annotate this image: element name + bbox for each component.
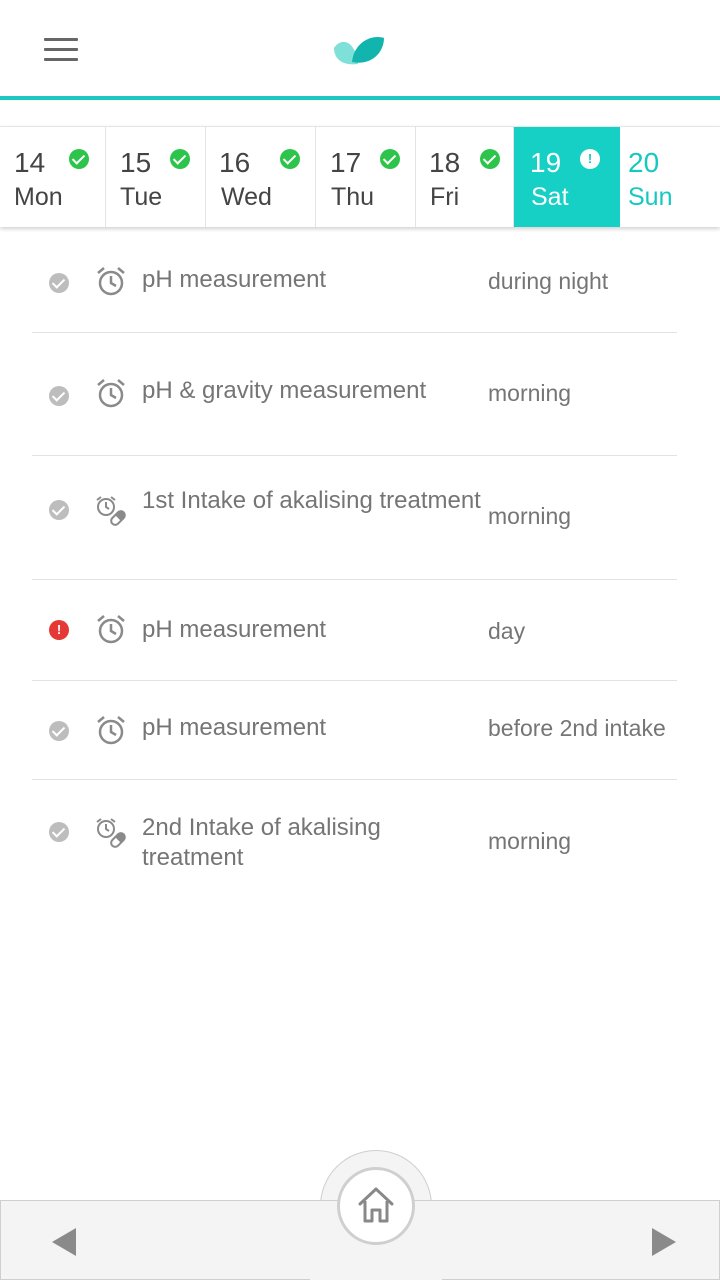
task-row[interactable]: pH & gravity measurement morning: [32, 333, 677, 456]
day-tab-tue[interactable]: 15 Tue: [106, 127, 206, 227]
check-icon: [380, 149, 400, 169]
check-icon: [170, 149, 190, 169]
alarm-pill-icon: [96, 496, 126, 526]
task-time: morning: [488, 503, 572, 529]
task-title: pH measurement: [142, 616, 327, 643]
check-icon: [69, 149, 89, 169]
header-accent-line: [0, 96, 720, 100]
check-icon: [49, 273, 69, 293]
check-icon: [280, 149, 300, 169]
day-number: 19: [530, 147, 562, 178]
day-number: 16: [219, 147, 251, 178]
task-title: pH & gravity measurement: [142, 377, 427, 404]
alarm-icon: [97, 716, 125, 745]
exclamation-icon: [580, 149, 600, 169]
task-time: morning: [488, 828, 572, 854]
home-button[interactable]: [337, 1167, 415, 1245]
alarm-pill-icon: [96, 818, 126, 848]
task-title: pH measurement: [142, 714, 327, 741]
alarm-icon: [97, 615, 125, 644]
check-icon: [49, 721, 69, 741]
day-tab-sat[interactable]: 19 Sat: [514, 127, 620, 227]
check-icon: [480, 149, 500, 169]
day-number: 20: [628, 147, 660, 178]
triangle-right-icon[interactable]: [648, 1226, 678, 1258]
home-icon: [358, 1187, 394, 1223]
task-title: 1st Intake of akalising treatment: [142, 487, 481, 514]
task-time: day: [488, 618, 526, 644]
task-row[interactable]: 1st Intake of akalising treatment mornin…: [32, 456, 677, 580]
hamburger-menu-icon[interactable]: [36, 30, 86, 70]
day-number: 14: [14, 147, 46, 178]
day-name: Wed: [221, 183, 272, 211]
menu-bar: [44, 48, 78, 51]
check-icon: [49, 822, 69, 842]
task-time: morning: [488, 380, 572, 406]
day-name: Sun: [628, 183, 673, 211]
leaf-logo-icon: [334, 37, 384, 65]
task-row[interactable]: pH measurement day: [32, 580, 677, 681]
day-name: Fri: [430, 183, 460, 211]
day-tab-thu[interactable]: 17 Thu: [316, 127, 416, 227]
day-tab-mon[interactable]: 14 Mon: [0, 127, 106, 227]
day-number: 18: [429, 147, 461, 178]
day-name: Mon: [14, 183, 63, 211]
alarm-icon: [97, 379, 125, 408]
day-name: Tue: [120, 183, 163, 211]
app-header: [0, 0, 720, 97]
day-name: Thu: [331, 183, 375, 211]
day-tab-fri[interactable]: 18 Fri: [416, 127, 514, 227]
day-number: 17: [330, 147, 362, 178]
triangle-left-icon[interactable]: [50, 1226, 80, 1258]
check-icon: [49, 500, 69, 520]
task-time: during night: [488, 268, 609, 294]
menu-bar: [44, 38, 78, 41]
task-row[interactable]: pH measurement before 2nd intake: [32, 681, 677, 780]
task-row[interactable]: pH measurement during night: [32, 228, 677, 333]
day-number: 15: [120, 147, 152, 178]
task-time: before 2nd intake: [488, 715, 666, 741]
task-title: 2nd Intake of akalising treatment: [142, 814, 381, 871]
alert-icon: [49, 620, 69, 640]
alarm-icon: [97, 267, 125, 296]
week-day-selector: 14 Mon 15 Tue 16 Wed 17 Thu 18 Fri 19 Sa…: [0, 126, 720, 227]
day-name: Sat: [531, 183, 569, 211]
day-tab-sun[interactable]: 20 Sun: [620, 127, 720, 227]
menu-bar: [44, 58, 78, 61]
day-tab-wed[interactable]: 16 Wed: [206, 127, 316, 227]
check-icon: [49, 386, 69, 406]
task-row[interactable]: 2nd Intake of akalising treatment mornin…: [32, 780, 677, 890]
task-title: pH measurement: [142, 266, 327, 293]
